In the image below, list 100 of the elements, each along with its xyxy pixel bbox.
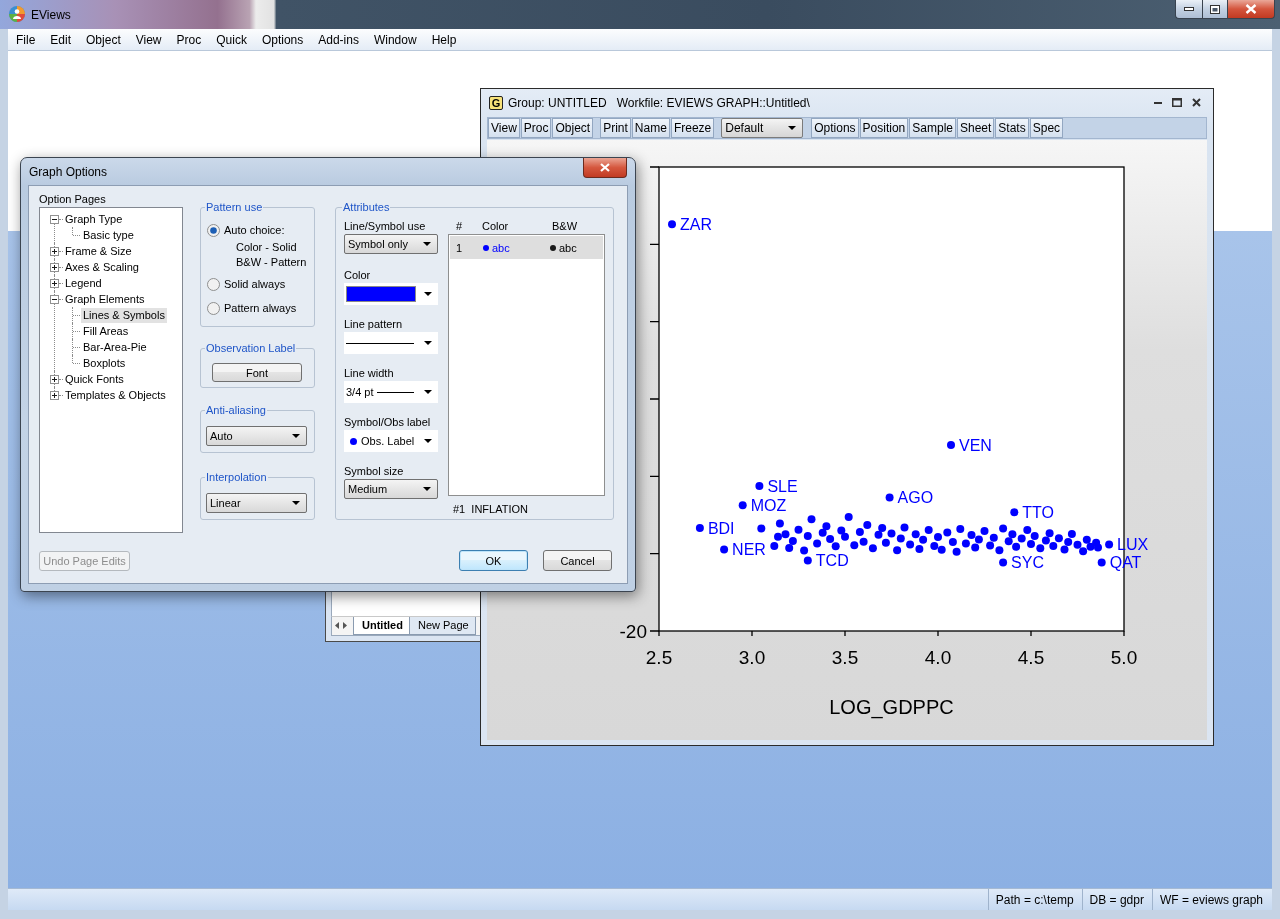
section-label: Option Pages [39, 192, 107, 206]
line-sample-icon [346, 342, 414, 344]
dropdown[interactable]: Medium [344, 479, 438, 499]
symbol-dot-icon [550, 244, 556, 251]
toolbar-button[interactable]: Options [811, 118, 859, 138]
menu-item[interactable]: File [10, 30, 42, 49]
tree-item[interactable]: Templates & Objects [63, 387, 168, 403]
radio-option[interactable]: Auto choice: [207, 222, 308, 238]
tree-item[interactable]: Graph Type [63, 211, 125, 227]
tree-expander-icon[interactable] [50, 214, 59, 224]
toolbar-button[interactable]: Name [631, 118, 670, 138]
status-field: WF = eviews graph [1151, 889, 1272, 910]
menu-item[interactable]: Help [425, 30, 463, 49]
menu-item[interactable]: Options [255, 30, 310, 49]
row-number: 1 [456, 241, 464, 254]
field-label: Line/Symbol use [344, 219, 427, 233]
point-label: VEN [959, 436, 992, 454]
toolbar-button[interactable]: Object [552, 118, 594, 138]
tree-expander-icon[interactable] [50, 390, 59, 400]
bw-sample-text: abc [559, 241, 577, 254]
group-title: Interpolation [205, 470, 268, 484]
tree-item[interactable]: Bar-Area-Pie [81, 339, 149, 355]
scroll-left-icon[interactable] [335, 621, 339, 629]
tree-item[interactable]: Fill Areas [81, 323, 131, 339]
close-icon [1245, 4, 1257, 14]
dialog-button[interactable]: Cancel [543, 550, 612, 571]
dialog-title: Graph Options [29, 164, 108, 179]
toolbar-button[interactable]: Freeze [670, 118, 715, 138]
tick-label: 4.0 [924, 647, 952, 668]
point-label: NER [732, 540, 766, 558]
toolbar-button[interactable]: Position [859, 118, 909, 138]
font-button[interactable]: Font [212, 363, 302, 382]
menu-item[interactable]: Object [80, 30, 127, 49]
series-caption: #1 INFLATION [453, 502, 529, 516]
field-label: Symbol/Obs label [344, 415, 432, 429]
dropdown[interactable]: Default [721, 118, 804, 138]
tree-expander-icon[interactable] [50, 278, 59, 288]
close-button[interactable] [1228, 0, 1275, 19]
field-label: Line pattern [344, 317, 404, 331]
sheet-tab[interactable]: Untitled [353, 617, 410, 635]
toolbar-button[interactable]: View [488, 118, 520, 138]
toolbar-button[interactable]: Spec [1029, 118, 1064, 138]
tree-item[interactable]: Axes & Scaling [63, 259, 141, 275]
tree-expander-icon[interactable] [50, 262, 59, 272]
toolbar-button[interactable]: Sample [909, 118, 956, 138]
menu-item[interactable]: View [129, 30, 168, 49]
object-type-badge: G [489, 95, 503, 110]
field-label: Color [344, 268, 372, 282]
menu-item[interactable]: Edit [44, 30, 78, 49]
series-row[interactable]: 1 abc abc [450, 236, 603, 259]
dialog-button[interactable]: OK [459, 550, 528, 571]
menu-item[interactable]: Quick [210, 30, 253, 49]
point-label: MOZ [750, 496, 787, 514]
toolbar-button[interactable]: Proc [520, 118, 552, 138]
minimize-button[interactable] [1175, 0, 1202, 19]
toolbar-button[interactable]: Sheet [957, 118, 995, 138]
tree-item[interactable]: Boxplots [81, 355, 128, 371]
tree-expander-icon[interactable] [50, 246, 59, 256]
line-dropdown[interactable] [344, 332, 438, 354]
scroll-right-icon[interactable] [343, 621, 347, 629]
tree-item[interactable]: Frame & Size [63, 243, 134, 259]
maximize-button[interactable] [1202, 0, 1228, 19]
tree-item[interactable]: Lines & Symbols [81, 307, 167, 323]
minimize-icon [1184, 7, 1194, 11]
point-label: AGO [897, 489, 934, 507]
option-note: B&W - Pattern [236, 254, 308, 270]
radio-option[interactable]: Pattern always [207, 300, 308, 316]
tree-item[interactable]: Legend [63, 275, 104, 291]
dropdown-arrow-icon [292, 434, 300, 438]
tree-expander-icon[interactable] [50, 374, 59, 384]
toolbar-button[interactable]: Stats [995, 118, 1029, 138]
menu-item[interactable]: Window [367, 30, 423, 49]
tree-item[interactable]: Quick Fonts [63, 371, 126, 387]
dropdown[interactable]: Linear [206, 493, 307, 513]
tree-expander-icon[interactable] [50, 294, 59, 304]
menu-item[interactable]: Add-ins [312, 30, 365, 49]
close-button[interactable] [583, 158, 627, 178]
menu-item[interactable]: Proc [170, 30, 208, 49]
line-dropdown[interactable]: 3/4 pt [344, 381, 438, 403]
logo-icon [9, 6, 25, 22]
column-header: B&W [552, 219, 578, 233]
dropdown[interactable]: Auto [206, 426, 307, 446]
tick-label: -20 [619, 621, 647, 642]
point-label: TCD [815, 552, 849, 570]
symbol-dropdown[interactable]: Obs. Label [344, 430, 438, 452]
toolbar-button[interactable]: Print [600, 118, 631, 138]
sheet-tab[interactable]: New Page [408, 617, 476, 635]
field-label: Line width [344, 366, 395, 380]
dropdown[interactable]: Symbol only [344, 234, 438, 254]
tree-item[interactable]: Basic type [81, 227, 136, 243]
column-header: # [456, 219, 464, 233]
radio-option[interactable]: Solid always [207, 276, 308, 292]
point-label: SYC [1011, 554, 1044, 572]
maximize-icon[interactable] [1172, 98, 1182, 107]
close-icon[interactable] [1192, 98, 1201, 107]
color-dropdown[interactable] [344, 283, 438, 305]
point-label: SLE [767, 477, 798, 495]
group-title: Attributes [342, 200, 391, 214]
tree-item[interactable]: Graph Elements [63, 291, 147, 307]
minimize-icon[interactable] [1154, 101, 1162, 104]
